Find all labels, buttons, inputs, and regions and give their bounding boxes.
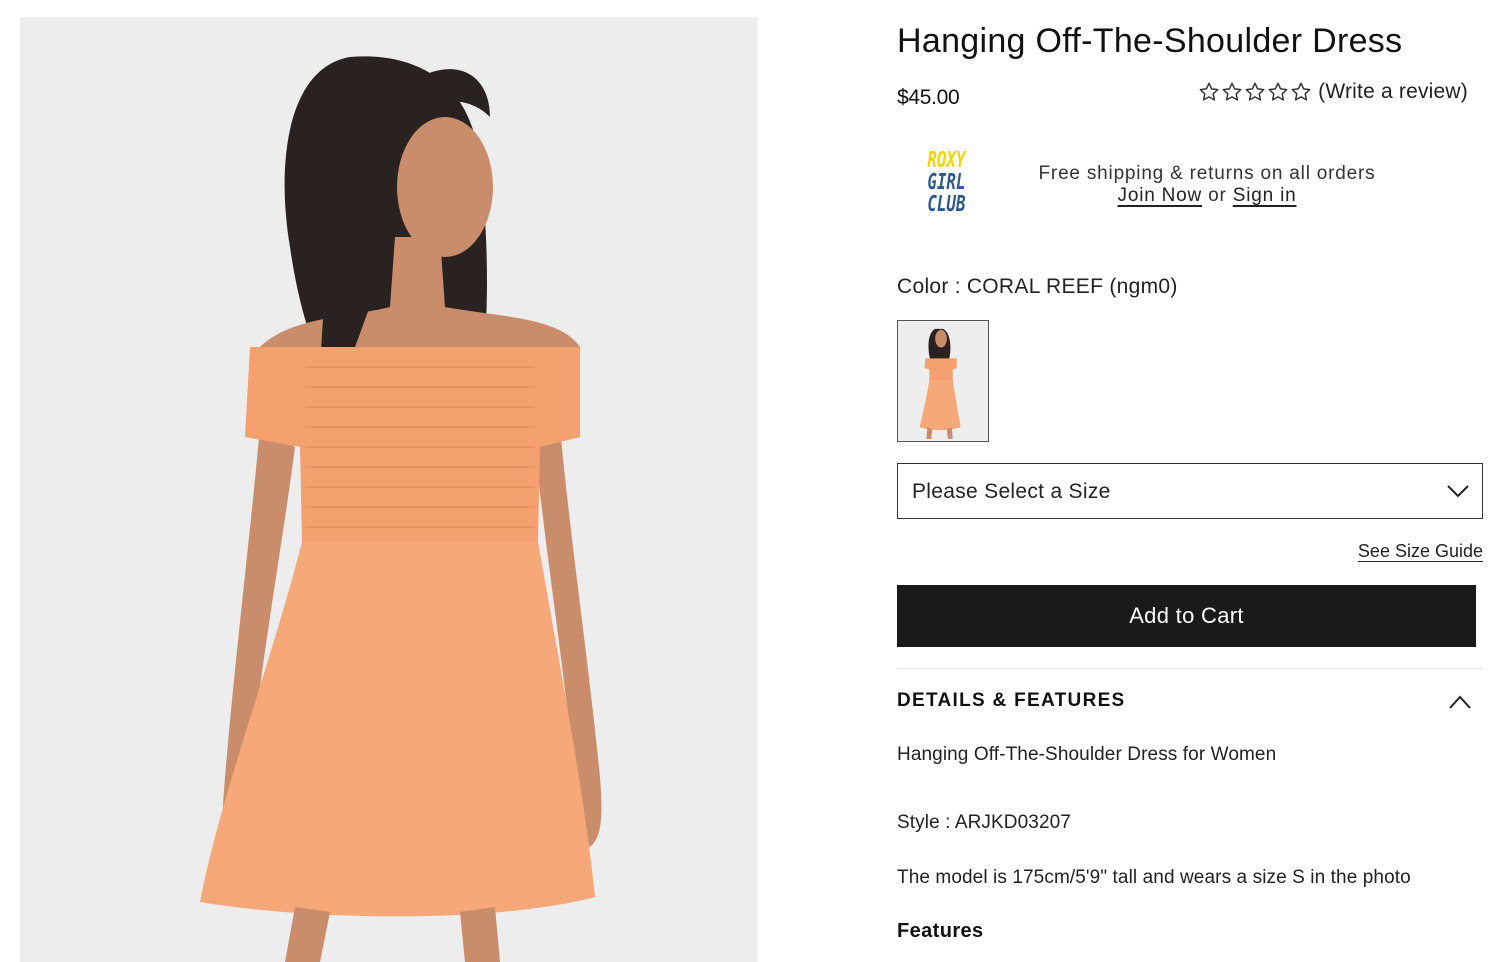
- details-features-title: DETAILS & FEATURES: [897, 690, 1126, 711]
- star-icon: [1199, 82, 1219, 101]
- product-description: Hanging Off-The-Shoulder Dress for Women: [897, 744, 1277, 765]
- logo-line-roxy: ROXY: [927, 148, 966, 173]
- star-icon: [1222, 82, 1242, 101]
- add-to-cart-button[interactable]: Add to Cart: [897, 585, 1476, 647]
- details-features-toggle[interactable]: DETAILS & FEATURES: [897, 690, 1472, 720]
- model-photo: [20, 17, 757, 962]
- write-review-link[interactable]: (Write a review): [1318, 80, 1468, 104]
- logo-line-girl: GIRL: [927, 170, 966, 195]
- club-links: Join Now or Sign in: [1027, 185, 1387, 207]
- color-label: Color: CORAL REEF (ngm0): [897, 275, 1178, 299]
- color-swatch-coral-reef[interactable]: [897, 320, 989, 442]
- logo-line-club: CLUB: [927, 192, 966, 217]
- rating: (Write a review): [1198, 80, 1468, 104]
- product-image[interactable]: [20, 17, 757, 962]
- model-info: The model is 175cm/5'9" tall and wears a…: [897, 867, 1411, 888]
- star-icon: [1291, 82, 1311, 101]
- shipping-text: Free shipping & returns on all orders: [1038, 163, 1376, 184]
- roxy-girl-club-logo: ROXY GIRL CLUB: [927, 150, 966, 216]
- color-label-text: Color: [897, 275, 949, 298]
- color-separator: :: [954, 275, 961, 298]
- girl-club-banner: ROXY GIRL CLUB Free shipping & returns o…: [927, 150, 1447, 230]
- sign-in-link[interactable]: Sign in: [1233, 185, 1297, 206]
- divider: [897, 668, 1483, 669]
- size-select-placeholder: Please Select a Size: [912, 480, 1111, 503]
- star-icon: [1268, 82, 1288, 101]
- swatch-thumbnail: [898, 321, 988, 441]
- features-heading: Features: [897, 920, 984, 942]
- product-info-panel: Hanging Off-The-Shoulder Dress $45.00 (W…: [897, 0, 1483, 962]
- product-style: Style : ARJKD03207: [897, 812, 1071, 833]
- size-guide-link[interactable]: See Size Guide: [1358, 541, 1483, 562]
- or-text: or: [1208, 185, 1227, 206]
- color-value: CORAL REEF (ngm0): [966, 275, 1178, 298]
- chevron-down-icon: [1447, 485, 1469, 498]
- product-price: $45.00: [897, 86, 960, 109]
- club-text: Free shipping & returns on all orders Jo…: [1027, 163, 1387, 207]
- chevron-up-icon: [1449, 695, 1471, 709]
- star-icon: [1245, 82, 1265, 101]
- rating-stars[interactable]: [1198, 81, 1312, 103]
- product-title: Hanging Off-The-Shoulder Dress: [897, 22, 1403, 60]
- size-select[interactable]: Please Select a Size: [897, 463, 1483, 519]
- join-now-link[interactable]: Join Now: [1118, 185, 1203, 206]
